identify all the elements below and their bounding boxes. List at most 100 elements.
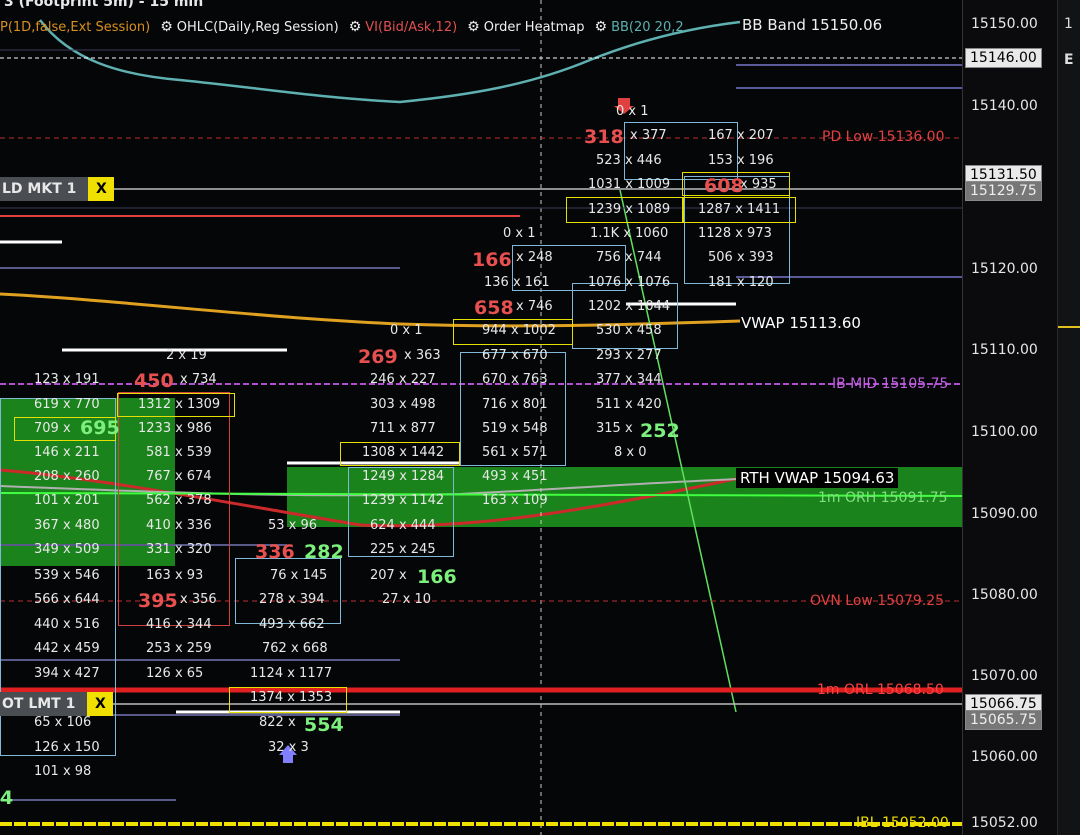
footprint-cell: 1239 x 1142 (362, 493, 445, 508)
footprint-cell: 32 x 3 (268, 740, 309, 755)
footprint-cell: 1287 x 1411 (698, 202, 781, 217)
footprint-cell: 101 x 201 (34, 493, 100, 508)
footprint-cell: 181 x 120 (708, 275, 774, 290)
footprint-cell: 207 x (370, 568, 407, 583)
footprint-cell: 677 x 670 (482, 348, 548, 363)
footprint-cell: 562 x 378 (146, 493, 212, 508)
footprint-cell: 539 x 546 (34, 568, 100, 583)
imbalance-value: 658 (474, 297, 514, 319)
imbalance-value: 395 (138, 590, 178, 612)
footprint-cell: 126 x 65 (146, 666, 204, 681)
imbalance-value: 166 (472, 249, 512, 271)
footprint-cell: x 746 (516, 299, 553, 314)
footprint-cell: 76 x 145 (270, 568, 328, 583)
footprint-cell: x 377 (630, 128, 667, 143)
footprint-chart[interactable]: 3 (Footprint 5m) - 15 min P(1D,false,Ext… (0, 0, 962, 835)
footprint-cell: 1374 x 1353 (250, 690, 333, 705)
footprint-cell: 278 x 394 (259, 592, 325, 607)
indicator-item[interactable]: ⚙ BB(20 20,2 (595, 19, 684, 35)
price-highlight-top: 15146.00 (965, 48, 1042, 68)
ibl-label: IBL 15052.00 (856, 815, 949, 831)
footprint-cell: 253 x 259 (146, 641, 212, 656)
footprint-cell: 315 x (596, 421, 633, 436)
footprint-cell: 0 x 1 (616, 104, 649, 119)
orh-label: 1m ORH 15091.75 (818, 490, 948, 506)
footprint-cell: 1239 x 1089 (588, 202, 671, 217)
gear-icon[interactable]: ⚙ (595, 19, 608, 35)
price-tick: 15100.00 (971, 424, 1038, 440)
price-axis[interactable]: 15150.00 15140.00 15120.00 15110.00 15100.00… (962, 0, 1058, 835)
footprint-cell: 27 x 10 (382, 592, 432, 607)
cancel-order-button[interactable]: X (87, 692, 114, 716)
imbalance-value: 252 (640, 420, 680, 442)
indicator-label: OHLC(Daily,Reg Session) (176, 19, 339, 35)
imbalance-value: 695 (80, 417, 120, 439)
footprint-cell: 53 x 96 (268, 518, 318, 533)
footprint-cell: 716 x 801 (482, 397, 548, 412)
pd-low-label: PD Low 15136.00 (822, 129, 945, 145)
footprint-cell: 944 x 1002 (482, 323, 556, 338)
footprint-cell: 1031 x 1009 (588, 177, 671, 192)
gear-icon[interactable]: ⚙ (467, 19, 480, 35)
footprint-cell: 394 x 427 (34, 666, 100, 681)
footprint-cell: 410 x 336 (146, 518, 212, 533)
footprint-cell: 208 x 260 (34, 469, 100, 484)
imbalance-value: 166 (417, 566, 457, 588)
indicator-bar: P(1D,false,Ext Session) ⚙ OHLC(Daily,Reg S… (0, 16, 684, 38)
footprint-cell: 709 x (34, 421, 71, 436)
market-order-label[interactable]: LD MKT 1 X (0, 177, 115, 201)
imbalance-value: 318 (584, 126, 624, 148)
footprint-cell: 123 x 191 (34, 372, 100, 387)
indicator-item[interactable]: ⚙ Order Heatmap (467, 19, 584, 35)
footprint-cell: 519 x 548 (482, 421, 548, 436)
price-tick: 15150.00 (971, 16, 1038, 32)
footprint-cell: 670 x 763 (482, 372, 548, 387)
footprint-cell: 126 x 150 (34, 740, 100, 755)
limit-order-label[interactable]: OT LMT 1 X (0, 692, 114, 716)
indicator-item[interactable]: ⚙ OHLC(Daily,Reg Session) (160, 19, 339, 35)
side-panel-edge[interactable]: 1 E (1057, 0, 1080, 835)
gear-icon[interactable]: ⚙ (349, 19, 362, 35)
footprint-cell: 493 x 451 (482, 469, 548, 484)
footprint-cell: x 734 (180, 372, 217, 387)
footprint-cell: 822 x (259, 715, 296, 730)
footprint-cell: 349 x 509 (34, 542, 100, 557)
footprint-cell: 1124 x 1177 (250, 666, 333, 681)
footprint-cell: 1249 x 1284 (362, 469, 445, 484)
ib-mid-label: IB MID 15105.75 (832, 376, 949, 392)
footprint-cell: 581 x 539 (146, 445, 212, 460)
orl-label: 1m ORL 15068.50 (817, 682, 944, 698)
footprint-cell: 1233 x 986 (138, 421, 212, 436)
vwap-label: VWAP 15113.60 (741, 314, 861, 332)
edge-label: 1 (1064, 16, 1073, 32)
footprint-cell: 136 x 161 (484, 275, 550, 290)
indicator-label: Order Heatmap (483, 19, 585, 35)
price-tick: 15070.00 (971, 668, 1038, 684)
price-highlight-mid2: 15129.75 (965, 181, 1042, 201)
footprint-cell: x 248 (516, 250, 553, 265)
footprint-cell: 523 x 446 (596, 153, 662, 168)
footprint-cell: 2 x 19 (166, 348, 207, 363)
imbalance-value: 336 (255, 541, 295, 563)
chart-title: 3 (Footprint 5m) - 15 min (4, 0, 204, 10)
price-tick: 15080.00 (971, 587, 1038, 603)
indicator-item[interactable]: ⚙ VI(Bid/Ask,12) (349, 19, 457, 35)
footprint-cell: 624 x 444 (370, 518, 436, 533)
footprint-cell: 0 x 1 (503, 226, 536, 241)
footprint-cell: 303 x 498 (370, 397, 436, 412)
gear-icon[interactable]: ⚙ (160, 19, 173, 35)
footprint-cell: 167 x 207 (708, 128, 774, 143)
footprint-cell: 440 x 516 (34, 617, 100, 632)
footprint-cell: 619 x 770 (34, 397, 100, 412)
candle-box (572, 283, 678, 349)
cancel-order-button[interactable]: X (88, 177, 115, 201)
footprint-cell: 246 x 227 (370, 372, 436, 387)
footprint-cell: 1.1K x 1060 (590, 226, 669, 241)
footprint-cell: 1128 x 973 (698, 226, 772, 241)
footprint-cell: 756 x 744 (596, 250, 662, 265)
indicator-item[interactable]: P(1D,false,Ext Session) (0, 20, 150, 35)
footprint-cell: 101 x 98 (34, 764, 92, 779)
indicator-label: P(1D,false,Ext Session) (0, 19, 151, 35)
footprint-cell: 767 x 674 (146, 469, 212, 484)
footprint-cell: 1202 x 1044 (588, 299, 671, 314)
